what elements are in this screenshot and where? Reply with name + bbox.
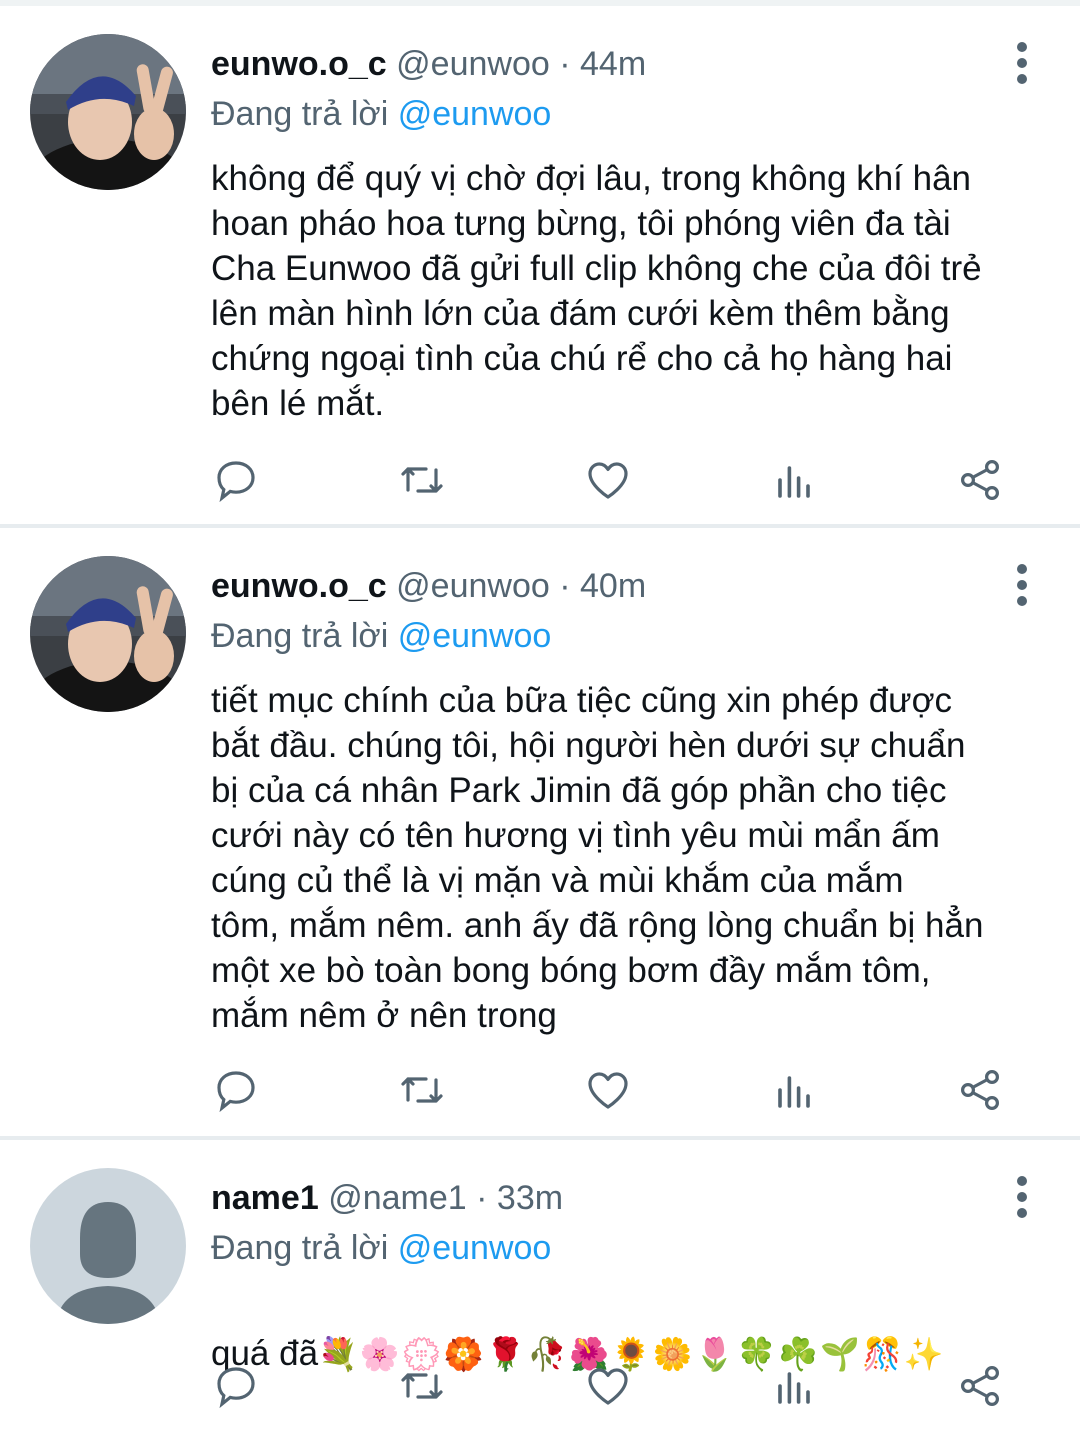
timestamp[interactable]: 40m xyxy=(580,567,646,605)
reply-mention-link[interactable]: @eunwoo xyxy=(398,95,552,133)
user-handle[interactable]: @eunwoo xyxy=(396,567,550,605)
more-options-icon[interactable] xyxy=(1012,564,1032,612)
retweet-button[interactable] xyxy=(392,1356,452,1416)
reply-prefix: Đang trả lời xyxy=(211,617,389,655)
reply-button[interactable] xyxy=(206,1356,266,1416)
share-button[interactable] xyxy=(950,1060,1010,1120)
replying-to: Đang trả lời @eunwoo xyxy=(211,612,551,660)
more-options-icon[interactable] xyxy=(1012,1176,1032,1224)
reply-button[interactable] xyxy=(206,1060,266,1120)
user-handle[interactable]: @name1 xyxy=(328,1179,466,1217)
timestamp[interactable]: 44m xyxy=(580,45,646,83)
avatar[interactable] xyxy=(30,34,186,190)
analytics-icon xyxy=(778,466,810,498)
more-options-icon[interactable] xyxy=(1012,42,1032,90)
separator-dot: · xyxy=(559,567,571,605)
reply-prefix: Đang trả lời xyxy=(211,95,389,133)
separator-dot: · xyxy=(476,1179,488,1217)
default-avatar-icon xyxy=(30,1168,186,1324)
like-icon xyxy=(588,462,628,499)
analytics-button[interactable] xyxy=(764,1060,824,1120)
display-name[interactable]: name1 xyxy=(211,1179,319,1217)
share-button[interactable] xyxy=(950,450,1010,510)
reply-icon xyxy=(217,461,255,503)
separator-dot: · xyxy=(559,45,571,83)
share-icon xyxy=(960,1365,1000,1407)
tweet-header: name1 @name1 · 33m xyxy=(211,1174,563,1222)
like-button[interactable] xyxy=(578,1060,638,1120)
tweet[interactable]: name1 @name1 · 33m Đang trả lời @eunwoo … xyxy=(0,1140,1080,1436)
like-button[interactable] xyxy=(578,1356,638,1416)
replying-to: Đang trả lời @eunwoo xyxy=(211,1224,551,1272)
tweet-text: tiết mục chính của bữa tiệc cũng xin phé… xyxy=(211,681,984,1035)
analytics-icon xyxy=(778,1372,810,1404)
retweet-icon xyxy=(401,1373,443,1399)
timestamp[interactable]: 33m xyxy=(497,1179,563,1217)
action-bar xyxy=(0,1356,1080,1416)
display-name[interactable]: eunwo.o_c xyxy=(211,45,387,83)
share-icon xyxy=(960,1069,1000,1111)
tweet[interactable]: eunwo.o_c @eunwoo · 40m Đang trả lời @eu… xyxy=(0,528,1080,1136)
action-bar xyxy=(0,1060,1080,1120)
action-bar xyxy=(0,450,1080,510)
share-button[interactable] xyxy=(950,1356,1010,1416)
reply-icon xyxy=(217,1367,255,1409)
retweet-button[interactable] xyxy=(392,1060,452,1120)
tweet-header: eunwo.o_c @eunwoo · 40m xyxy=(211,562,646,610)
share-icon xyxy=(960,459,1000,501)
reply-mention-link[interactable]: @eunwoo xyxy=(398,1229,552,1267)
user-handle[interactable]: @eunwoo xyxy=(396,45,550,83)
avatar-photo-icon xyxy=(30,556,186,712)
display-name[interactable]: eunwo.o_c xyxy=(211,567,387,605)
reply-icon xyxy=(217,1071,255,1113)
avatar-photo-icon xyxy=(30,34,186,190)
reply-button[interactable] xyxy=(206,450,266,510)
avatar[interactable] xyxy=(30,556,186,712)
tweet[interactable]: eunwo.o_c @eunwoo · 44m Đang trả lời @eu… xyxy=(0,6,1080,526)
like-icon xyxy=(588,1072,628,1109)
retweet-icon xyxy=(401,1077,443,1103)
analytics-button[interactable] xyxy=(764,1356,824,1416)
analytics-icon xyxy=(778,1076,810,1108)
like-button[interactable] xyxy=(578,450,638,510)
retweet-icon xyxy=(401,467,443,493)
tweet-text: không để quý vị chờ đợi lâu, trong không… xyxy=(211,159,982,423)
retweet-button[interactable] xyxy=(392,450,452,510)
tweet-header: eunwo.o_c @eunwoo · 44m xyxy=(211,40,646,88)
replying-to: Đang trả lời @eunwoo xyxy=(211,90,551,138)
reply-mention-link[interactable]: @eunwoo xyxy=(398,617,552,655)
avatar[interactable] xyxy=(30,1168,186,1324)
reply-prefix: Đang trả lời xyxy=(211,1229,389,1267)
like-icon xyxy=(588,1368,628,1405)
analytics-button[interactable] xyxy=(764,450,824,510)
